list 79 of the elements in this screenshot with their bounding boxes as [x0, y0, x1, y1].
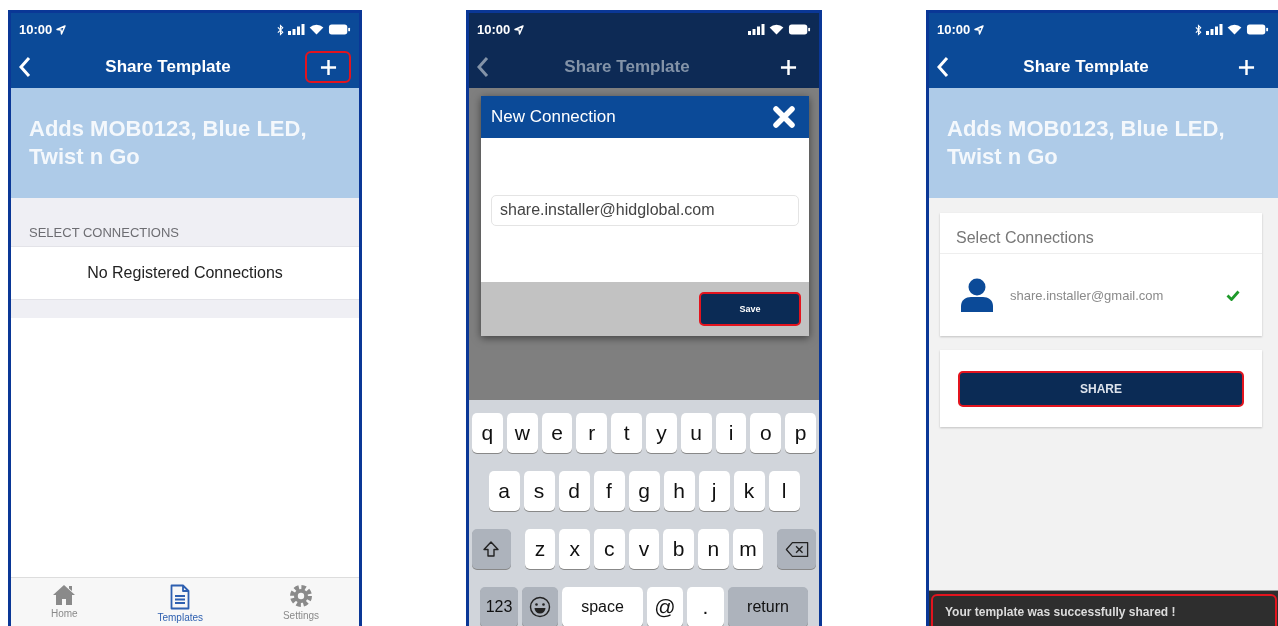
- signal-icon: [1206, 24, 1223, 35]
- battery-icon: [1246, 24, 1269, 35]
- signal-icon: [288, 24, 305, 35]
- keyboard-key[interactable]: w: [506, 413, 538, 453]
- keyboard-key[interactable]: b: [663, 529, 695, 569]
- keyboard-key[interactable]: k: [733, 471, 765, 511]
- wifi-icon: [769, 24, 784, 35]
- plus-icon: [1237, 58, 1255, 76]
- dialog-title: New Connection: [491, 107, 616, 127]
- keyboard-key[interactable]: j: [698, 471, 730, 511]
- tab[interactable]: Templates: [147, 578, 214, 626]
- wifi-icon: [309, 24, 324, 35]
- keyboard-key[interactable]: @: [647, 587, 683, 626]
- save-button[interactable]: Save: [699, 292, 801, 326]
- keyboard-key[interactable]: space: [562, 587, 643, 626]
- add-button[interactable]: [305, 51, 351, 83]
- email-field[interactable]: share.installer@hidglobal.com: [491, 194, 799, 226]
- status-time: 10:00: [477, 22, 511, 37]
- keyboard-key[interactable]: y: [646, 413, 677, 453]
- connection-email: share.installer@gmail.com: [1010, 287, 1165, 303]
- keyboard-key[interactable]: a: [488, 471, 520, 511]
- backspace-icon: [784, 540, 809, 558]
- person-icon: [960, 277, 994, 313]
- section-label: SELECT CONNECTIONS: [29, 225, 179, 240]
- settings-icon: [288, 584, 313, 608]
- keyboard-key[interactable]: 123: [480, 587, 518, 626]
- keyboard-key[interactable]: o: [750, 413, 782, 453]
- keyboard-key[interactable]: s: [523, 471, 555, 511]
- screen-title: Share Template: [564, 57, 690, 77]
- keyboard-key[interactable]: .: [687, 587, 724, 626]
- keyboard-key[interactable]: t: [611, 413, 642, 453]
- keyboard-key[interactable]: g: [628, 471, 660, 511]
- status-time: 10:00: [937, 22, 971, 37]
- document-icon: [170, 584, 191, 610]
- keyboard-key[interactable]: return: [728, 587, 808, 626]
- keyboard-key[interactable]: r: [576, 413, 608, 453]
- keyboard-key[interactable]: q: [472, 413, 503, 453]
- keyboard-key[interactable]: c: [593, 529, 625, 569]
- backspace-key[interactable]: [777, 529, 816, 569]
- status-time: 10:00: [19, 22, 53, 37]
- share-button[interactable]: SHARE: [958, 370, 1244, 407]
- keyboard-key[interactable]: n: [698, 529, 729, 569]
- keyboard-key[interactable]: x: [559, 529, 590, 569]
- signal-icon: [748, 24, 765, 35]
- screen-title: Share Template: [1023, 57, 1149, 77]
- connection-row[interactable]: share.installer@gmail.com: [940, 254, 1262, 336]
- battery-icon: [788, 24, 811, 35]
- wifi-icon: [1227, 24, 1242, 35]
- keyboard-key[interactable]: u: [680, 413, 712, 453]
- shift-key[interactable]: [472, 529, 511, 569]
- plus-icon: [779, 58, 797, 76]
- keyboard-key[interactable]: l: [768, 471, 800, 511]
- keyboard-key[interactable]: e: [541, 413, 573, 453]
- close-icon: [773, 106, 795, 128]
- toast-message: Your template was successfully shared !: [931, 594, 1277, 626]
- location-icon: [56, 24, 67, 35]
- keyboard-key[interactable]: d: [558, 471, 590, 511]
- keyboard-key[interactable]: p: [785, 413, 816, 453]
- location-icon: [514, 24, 525, 35]
- keyboard-key[interactable]: f: [593, 471, 625, 511]
- keyboard-key[interactable]: i: [715, 413, 747, 453]
- empty-message: No Registered Connections: [87, 264, 283, 282]
- keyboard-key[interactable]: v: [628, 529, 660, 569]
- smiley-icon: [529, 596, 551, 618]
- plus-icon: [319, 58, 337, 76]
- screen-title: Share Template: [105, 57, 231, 77]
- close-button[interactable]: [773, 106, 795, 128]
- keyboard-key[interactable]: h: [663, 471, 695, 511]
- template-name: Adds MOB0123, Blue LED, Twist n Go: [29, 115, 308, 171]
- template-name: Adds MOB0123, Blue LED, Twist n Go: [947, 115, 1226, 171]
- up-arrow-icon: [482, 540, 501, 558]
- back-icon[interactable]: [477, 56, 489, 78]
- emoji-key[interactable]: [522, 587, 558, 626]
- keyboard-key[interactable]: m: [732, 529, 764, 569]
- keyboard-key[interactable]: z: [524, 529, 556, 569]
- location-icon: [974, 24, 985, 35]
- home-icon: [52, 584, 77, 606]
- card-title: Select Connections: [940, 213, 1262, 254]
- battery-icon: [328, 24, 351, 35]
